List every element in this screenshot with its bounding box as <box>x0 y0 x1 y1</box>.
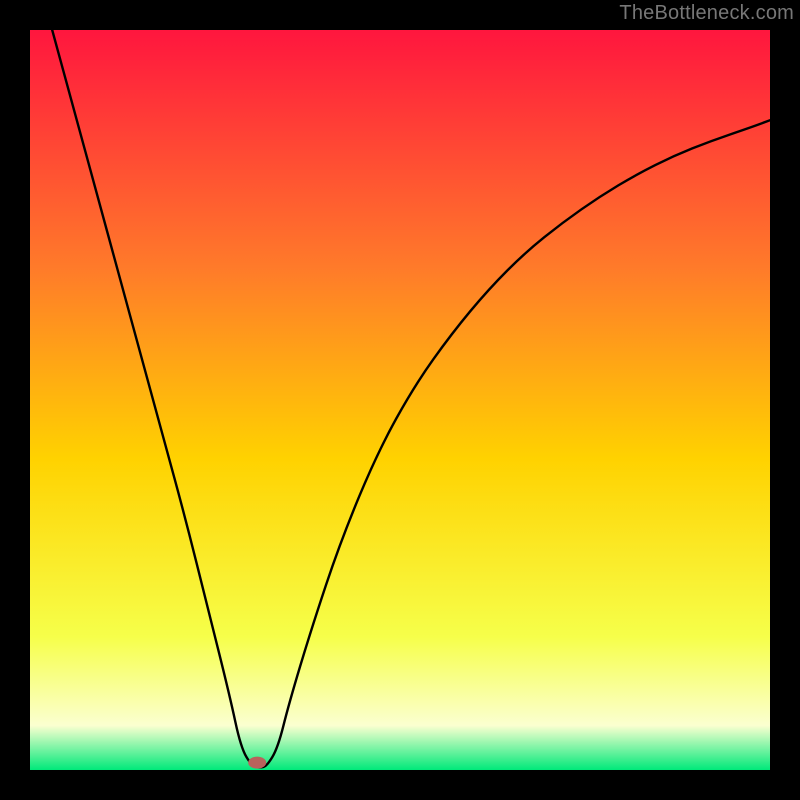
plot-area <box>30 30 770 770</box>
bottleneck-point-marker <box>248 757 266 769</box>
bottleneck-chart <box>30 30 770 770</box>
chart-frame: TheBottleneck.com <box>0 0 800 800</box>
watermark-text: TheBottleneck.com <box>619 2 794 25</box>
gradient-background <box>30 30 770 770</box>
